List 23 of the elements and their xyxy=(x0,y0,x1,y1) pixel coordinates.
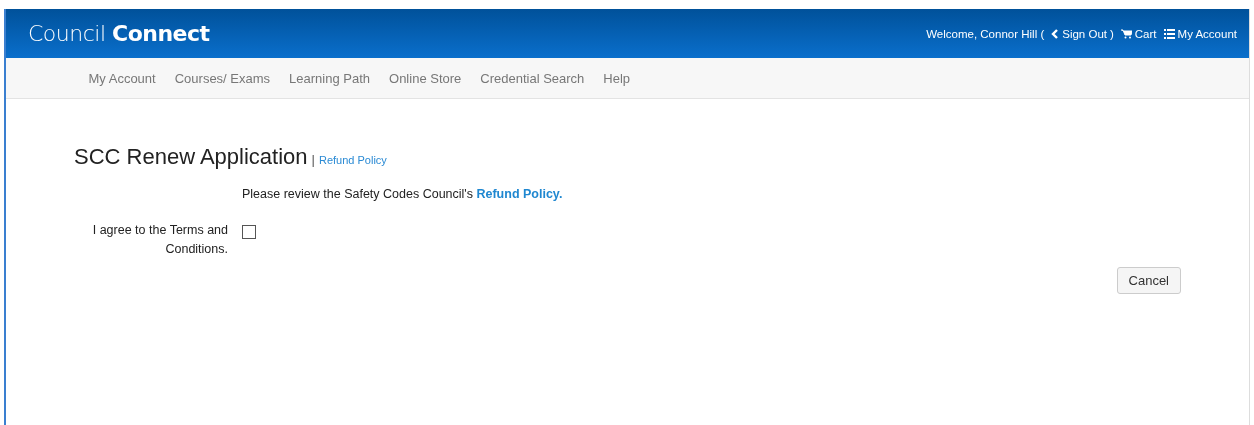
cart-icon xyxy=(1120,28,1132,39)
nav-link[interactable]: Courses/ Exams xyxy=(165,70,280,86)
chevron-left-icon xyxy=(1051,28,1060,39)
nav-link[interactable]: Learning Path xyxy=(279,70,380,86)
cancel-button[interactable]: Cancel xyxy=(1116,267,1181,294)
list-icon xyxy=(1163,28,1175,39)
nav-link[interactable]: Credential Search xyxy=(470,70,594,86)
terms-label: I agree to the Terms and Conditions. xyxy=(91,222,228,258)
cart-link[interactable]: Cart xyxy=(1120,27,1157,40)
refund-policy-link[interactable]: Refund Policy. xyxy=(476,187,563,201)
refund-policy-link[interactable]: Refund Policy xyxy=(318,154,387,166)
welcome-text-end: ) xyxy=(1109,27,1114,40)
nav-link[interactable]: Help xyxy=(593,70,640,86)
review-text: Please review the Safety Codes Council's Refund Policy. xyxy=(242,187,564,201)
site-logo[interactable]: Council Connect xyxy=(28,21,210,46)
sign-out-link[interactable]: Sign Out xyxy=(1051,27,1107,40)
welcome-text: Welcome, Connor Hill ( xyxy=(926,27,1045,40)
nav-link[interactable]: My Account xyxy=(79,70,166,86)
nav-link[interactable]: Online Store xyxy=(379,70,471,86)
page-title: SCC Renew Application xyxy=(74,144,308,170)
my-account-link[interactable]: My Account xyxy=(1163,27,1237,40)
separator: | xyxy=(311,152,315,167)
terms-checkbox[interactable] xyxy=(242,225,256,239)
